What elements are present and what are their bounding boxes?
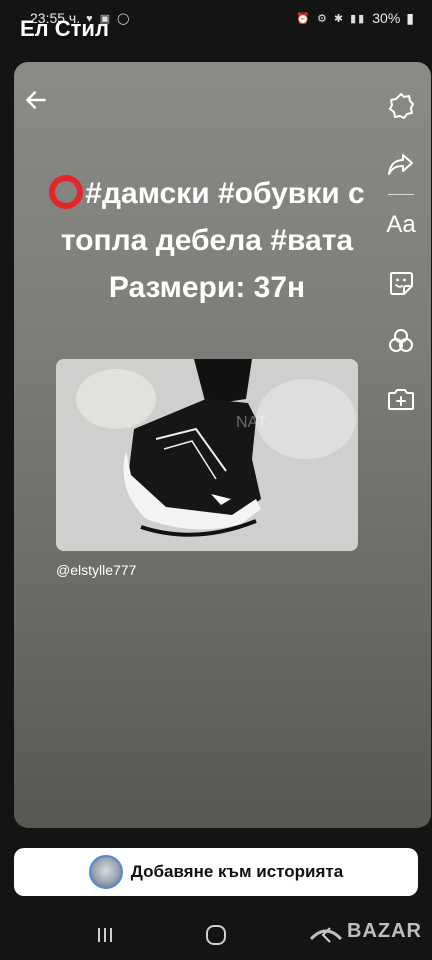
caption-line-3: Размери: 37н <box>108 271 306 304</box>
add-media-icon <box>388 389 414 410</box>
add-to-story-label: Добавяне към историята <box>130 862 344 881</box>
story-card: Aa #дамски #обувки с топла дебела #вата … <box>14 62 431 828</box>
sticker-settings-icon <box>389 93 414 119</box>
status-right: ⏰ ⚙ ✱ ▮▮ 30% ▮ <box>296 10 414 27</box>
bazar-watermark: BAZAR <box>309 920 422 943</box>
caption-line-2: топла дебела #вата <box>60 224 354 257</box>
bazar-logo-icon <box>309 929 343 940</box>
recents-icon <box>98 928 113 942</box>
caption-line: #дамски #обувки с <box>22 170 392 217</box>
app-title: Ел Стил <box>20 16 109 41</box>
post-author[interactable]: @elstylle777 <box>56 562 136 578</box>
story-caption: #дамски #обувки с топла дебела #вата Раз… <box>22 170 392 311</box>
sneaker-photo: NAT <box>56 359 358 551</box>
add-to-story-button[interactable]: Добавяне към историята <box>14 848 418 896</box>
caption-line-1: #дамски #обувки с <box>85 177 365 210</box>
battery-icon: ▮ <box>406 9 414 26</box>
back-button[interactable] <box>16 80 56 120</box>
avatar <box>88 855 123 889</box>
photo-watermark: NAT <box>236 414 267 431</box>
bazar-label: BAZAR <box>347 920 422 942</box>
home-icon <box>205 925 226 945</box>
red-circle-icon <box>49 175 84 209</box>
home-button[interactable] <box>196 915 236 955</box>
effects-icon <box>389 329 413 352</box>
effects-button[interactable] <box>379 319 423 363</box>
system-icons: ⏰ ⚙ ✱ ▮▮ <box>296 12 367 25</box>
recents-button[interactable] <box>85 915 125 955</box>
battery-level: 30% <box>372 10 401 26</box>
sticker-settings-button[interactable] <box>379 84 423 128</box>
post-image[interactable]: NAT <box>56 359 358 551</box>
add-media-button[interactable] <box>379 377 423 421</box>
arrow-left-icon <box>26 91 46 109</box>
